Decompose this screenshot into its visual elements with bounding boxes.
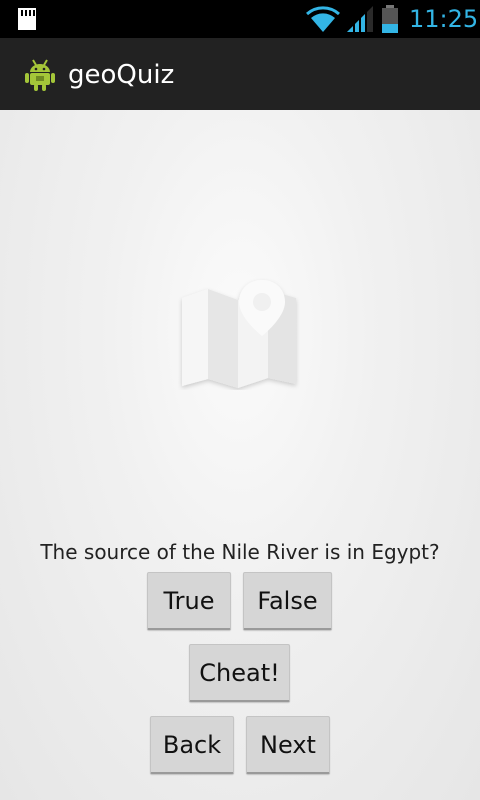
battery-icon [382,5,398,33]
question-text: The source of the Nile River is in Egypt… [40,540,440,564]
back-button[interactable]: Back [150,716,234,774]
status-bar: 11:25 [0,0,480,38]
signal-icon [347,6,373,32]
false-button[interactable]: False [243,572,332,630]
next-button[interactable]: Next [246,716,330,774]
status-clock: 11:25 [409,5,479,33]
map-pin-icon [182,280,296,388]
wifi-icon [306,6,340,32]
true-button[interactable]: True [147,572,231,630]
android-robot-icon[interactable] [24,58,56,92]
app-title: geoQuiz [68,60,175,90]
cheat-button[interactable]: Cheat! [189,644,290,702]
sd-card-icon [18,8,36,30]
